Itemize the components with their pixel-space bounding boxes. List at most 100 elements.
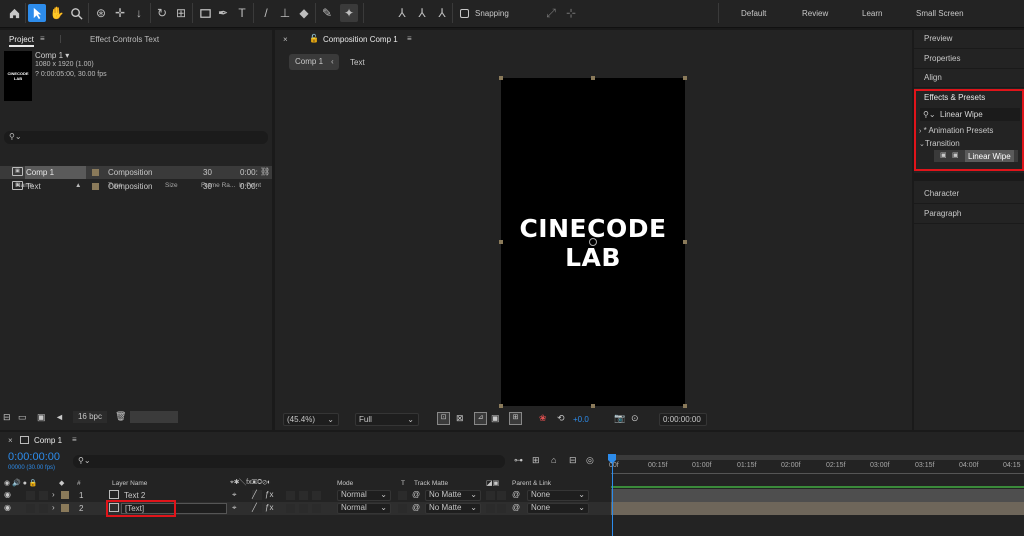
- view-axis-icon[interactable]: ⅄: [433, 4, 451, 22]
- preserve-transparency-toggle[interactable]: [398, 504, 407, 513]
- zoom-dropdown[interactable]: (45.4%) ⌄: [283, 413, 339, 426]
- shy-layers-icon[interactable]: ⌂: [551, 455, 556, 465]
- transparency-grid-icon[interactable]: ⊠: [456, 413, 464, 424]
- roto-brush-tool-icon[interactable]: ✎: [318, 4, 336, 22]
- interpret-footage-icon[interactable]: ⊟: [3, 412, 11, 423]
- transform-handle[interactable]: [499, 240, 503, 244]
- snap-features-icon[interactable]: ⊹: [562, 4, 580, 22]
- grid-guides-icon[interactable]: ⊞: [509, 412, 522, 425]
- layer-duration-bar[interactable]: [611, 502, 1024, 515]
- parent-pickwhip-icon[interactable]: @: [512, 503, 520, 512]
- panel-paragraph[interactable]: Paragraph: [924, 209, 961, 218]
- motion-blur-icon[interactable]: ◎: [586, 455, 594, 466]
- tab-timeline-comp[interactable]: Comp 1: [34, 436, 62, 445]
- layer-name[interactable]: Text 2: [124, 491, 145, 500]
- eye-icon[interactable]: ◉: [4, 503, 11, 512]
- motion-blur-switch[interactable]: [299, 491, 308, 500]
- tab-effect-controls[interactable]: Effect Controls Text: [90, 35, 159, 44]
- reset-exposure-icon[interactable]: ⟲: [557, 413, 565, 424]
- transform-handle[interactable]: [683, 404, 687, 408]
- eye-icon[interactable]: ◉: [4, 490, 11, 499]
- new-composition-icon[interactable]: ▣: [37, 412, 46, 423]
- collapse-transformations-icon[interactable]: ⌖: [232, 503, 237, 513]
- transform-handle[interactable]: [683, 240, 687, 244]
- eraser-tool-icon[interactable]: ◆: [295, 4, 313, 22]
- current-time[interactable]: 0:00:00:00: [8, 451, 60, 463]
- matte-pickwhip-icon[interactable]: @: [412, 503, 420, 512]
- resolution-dropdown[interactable]: Full ⌄: [355, 413, 419, 426]
- solo-toggle[interactable]: [39, 504, 48, 513]
- anchor-point-icon[interactable]: [589, 238, 597, 246]
- label-color-swatch[interactable]: [61, 491, 69, 499]
- composition-canvas[interactable]: CINECODE LAB: [501, 78, 685, 406]
- transform-handle[interactable]: [499, 76, 503, 80]
- project-item-row[interactable]: ▣ Comp 1 Composition 30 0:00: ⛓: [0, 166, 272, 179]
- label-color-swatch[interactable]: [61, 504, 69, 512]
- home-icon[interactable]: [5, 4, 23, 22]
- orbit-camera-icon[interactable]: ⊛: [92, 4, 110, 22]
- anchor-point-tool-icon[interactable]: ⊞: [172, 4, 190, 22]
- column-parent-link[interactable]: Parent & Link: [512, 480, 551, 487]
- panel-properties[interactable]: Properties: [924, 54, 960, 63]
- rotation-tool-icon[interactable]: ↻: [153, 4, 171, 22]
- audio-toggle[interactable]: [26, 491, 35, 500]
- bit-depth-button[interactable]: 16 bpc: [73, 411, 107, 423]
- parent-dropdown[interactable]: None ⌄: [527, 490, 589, 501]
- trash-icon[interactable]: 🗑: [115, 411, 126, 422]
- breadcrumb-text[interactable]: Text: [350, 58, 365, 67]
- show-snapshot-icon[interactable]: ⊙: [631, 413, 639, 424]
- panel-align[interactable]: Align: [924, 73, 942, 82]
- solo-toggle[interactable]: [39, 491, 48, 500]
- adjustment-layer-switch[interactable]: [312, 504, 321, 513]
- transform-handle[interactable]: [591, 404, 595, 408]
- blend-mode-dropdown[interactable]: Normal ⌄: [337, 490, 391, 501]
- exposure-value[interactable]: +0.0: [573, 415, 589, 424]
- pan-camera-icon[interactable]: ✛: [111, 4, 129, 22]
- matte-alpha-toggle[interactable]: [486, 491, 495, 500]
- hand-tool-icon[interactable]: ✋: [48, 4, 66, 22]
- color-channels-icon[interactable]: ❀: [539, 413, 547, 424]
- mask-visibility-icon[interactable]: ▣: [491, 413, 500, 424]
- pen-tool-icon[interactable]: ✒: [214, 4, 232, 22]
- work-area-bar[interactable]: [611, 455, 1024, 460]
- timeline-search-input[interactable]: ⚲⌄: [73, 455, 505, 468]
- label-color-swatch[interactable]: [92, 183, 99, 190]
- frame-blend-switch[interactable]: [286, 504, 295, 513]
- column-mode[interactable]: Mode: [337, 480, 353, 487]
- collapse-transformations-icon[interactable]: ⌖: [232, 490, 237, 500]
- column-track-matte[interactable]: Track Matte: [414, 480, 448, 487]
- parent-dropdown[interactable]: None ⌄: [527, 503, 589, 514]
- motion-blur-switch[interactable]: [299, 504, 308, 513]
- quality-switch[interactable]: ╱: [252, 490, 262, 500]
- workspace-small-screen[interactable]: Small Screen: [916, 0, 964, 28]
- panel-menu-icon[interactable]: ≡: [40, 34, 45, 43]
- current-time-display[interactable]: 0:00:00:00: [659, 413, 707, 426]
- matte-pickwhip-icon[interactable]: @: [412, 490, 420, 499]
- layer-duration-bar[interactable]: [611, 489, 1024, 502]
- selection-tool-icon[interactable]: [28, 4, 46, 22]
- track-matte-dropdown[interactable]: No Matte ⌄: [425, 490, 481, 501]
- zoom-tool-icon[interactable]: [67, 4, 85, 22]
- close-icon[interactable]: ×: [283, 35, 288, 44]
- new-folder-icon[interactable]: ▭: [18, 412, 27, 423]
- puppet-pin-tool-icon[interactable]: ✦: [340, 4, 358, 22]
- parent-pickwhip-icon[interactable]: @: [512, 490, 520, 499]
- fx-switch[interactable]: ƒx: [265, 490, 273, 499]
- dolly-camera-icon[interactable]: ↓: [130, 4, 148, 22]
- panel-character[interactable]: Character: [924, 189, 959, 198]
- preserve-transparency-toggle[interactable]: [398, 491, 407, 500]
- panel-preview[interactable]: Preview: [924, 34, 952, 43]
- panel-menu-icon[interactable]: ≡: [72, 435, 77, 444]
- quality-switch[interactable]: ╱: [252, 503, 262, 513]
- workspace-default[interactable]: Default: [741, 0, 766, 28]
- local-axis-icon[interactable]: ⅄: [393, 4, 411, 22]
- workspace-learn[interactable]: Learn: [862, 0, 882, 28]
- flowchart-icon[interactable]: ⛓: [260, 167, 270, 176]
- comp-mini-flowchart-icon[interactable]: ⊶: [514, 455, 523, 466]
- panel-menu-icon[interactable]: ≡: [407, 34, 412, 43]
- transform-handle[interactable]: [499, 404, 503, 408]
- type-tool-icon[interactable]: T: [233, 4, 251, 22]
- audio-toggle[interactable]: [26, 504, 35, 513]
- project-search-input[interactable]: ⚲⌄: [4, 131, 268, 144]
- close-icon[interactable]: ×: [8, 436, 13, 445]
